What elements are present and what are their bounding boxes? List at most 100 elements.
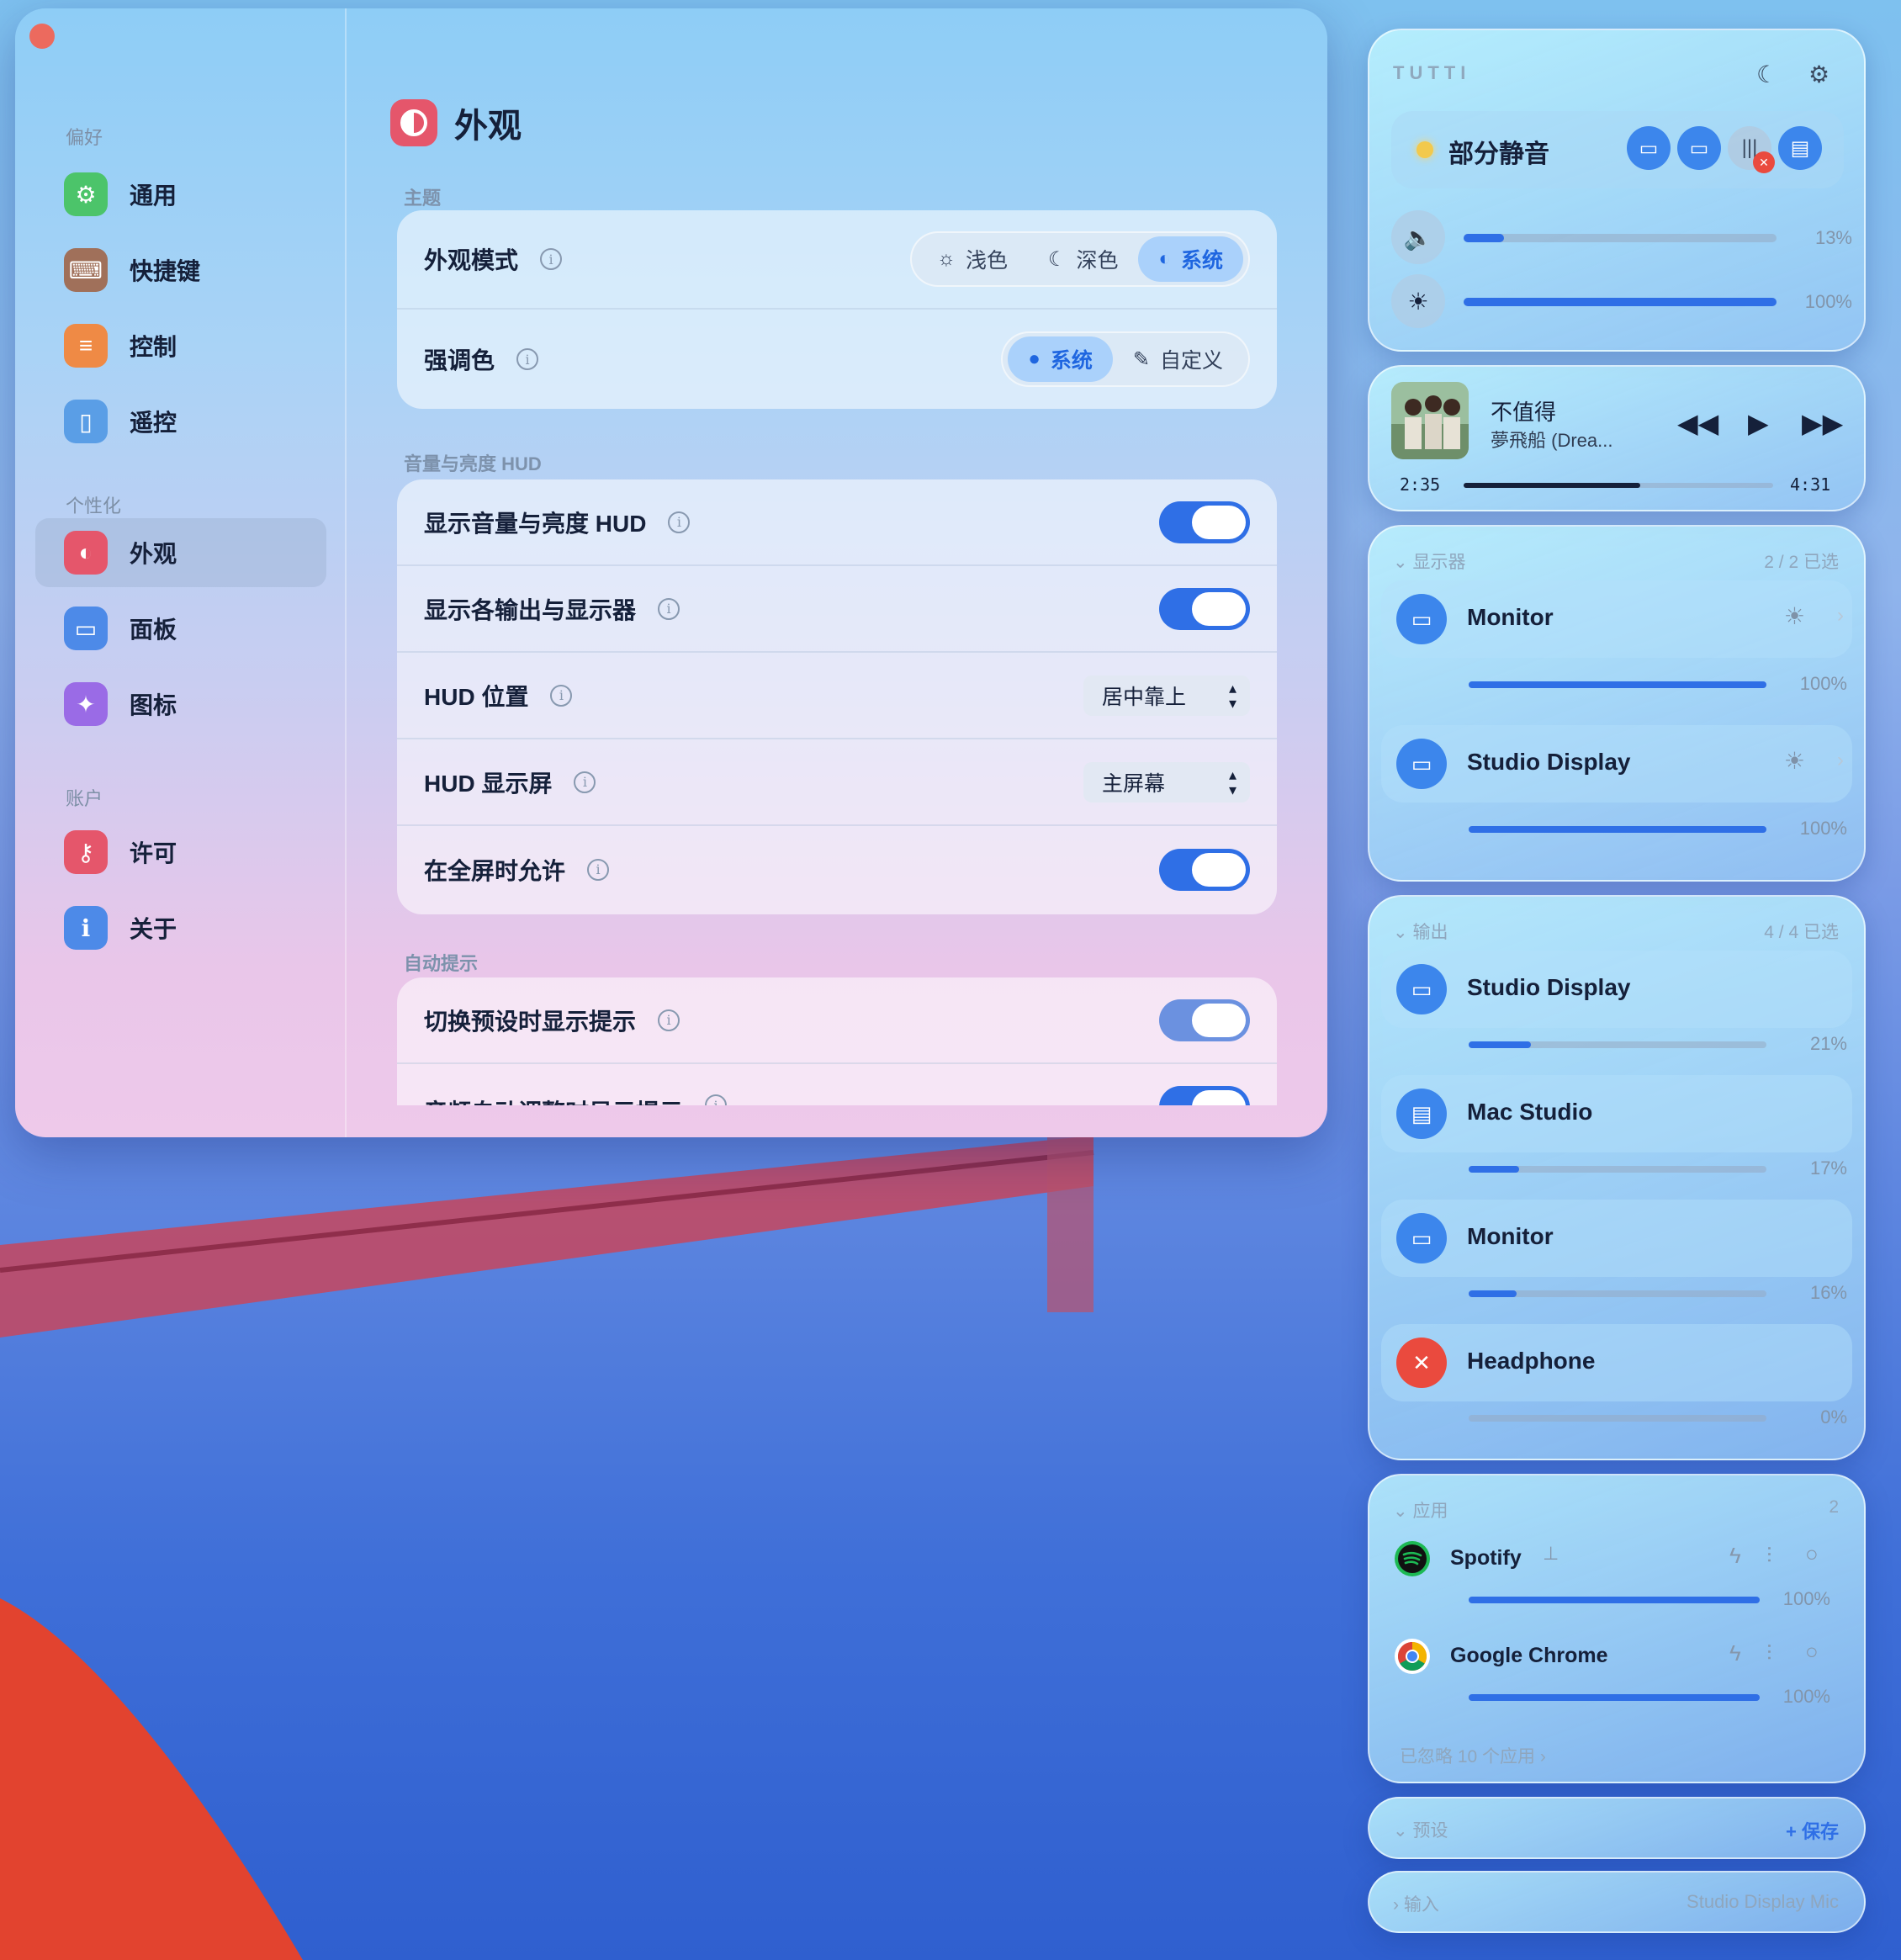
sidebar-item-license[interactable]: ⚷ 许可 <box>35 818 326 887</box>
lightning-icon[interactable]: ϟ <box>1729 1543 1741 1569</box>
info-icon[interactable]: i <box>550 684 573 707</box>
equalizer-icon[interactable]: ⫶ <box>1766 1543 1772 1570</box>
track-title: 不值得 <box>1491 400 1557 425</box>
sidebar-item-panel[interactable]: ▭ 面板 <box>35 594 326 663</box>
mode-dark-option[interactable]: ☾ 深色 <box>1028 236 1139 282</box>
gear-icon[interactable]: ⚙ <box>1808 61 1830 88</box>
hud-position-select[interactable]: 居中靠上 ▴ ▾ <box>1083 675 1250 716</box>
output-volume-slider[interactable] <box>1469 1290 1766 1297</box>
updown-chevron-icon: ▴ ▾ <box>1228 679 1236 712</box>
monitor-chip[interactable]: ▭ <box>1677 126 1721 170</box>
route-circle-icon[interactable]: ○ <box>1805 1639 1819 1665</box>
save-preset-button[interactable]: + 保存 <box>1786 1817 1839 1844</box>
app-pct: 100% <box>1782 1588 1830 1609</box>
sidebar-item-remote[interactable]: ▯ 遥控 <box>35 387 326 456</box>
output-row[interactable]: ✕ Headphone <box>1381 1324 1852 1401</box>
info-icon[interactable]: i <box>658 1009 680 1031</box>
moon-icon[interactable]: ☾ <box>1756 61 1777 88</box>
mode-system-option[interactable]: ◐ 系统 <box>1138 236 1243 282</box>
accent-custom-option[interactable]: ✎ 自定义 <box>1113 336 1243 382</box>
info-icon[interactable]: i <box>574 771 596 793</box>
speaker-icon[interactable]: 🔈 <box>1391 210 1445 264</box>
output-row[interactable]: ▤ Mac Studio <box>1381 1075 1852 1152</box>
sidebar-item-about[interactable]: ℹ 关于 <box>35 893 326 962</box>
output-pct: 16% <box>1809 1282 1847 1303</box>
volume-slider[interactable] <box>1464 234 1777 242</box>
sidebar-item-shortcuts[interactable]: ⌨ 快捷键 <box>35 236 326 305</box>
auto-adjust-hint-toggle[interactable] <box>1159 1086 1250 1105</box>
hud-screen-row: HUD 显示屏 i 主屏幕 ▴ ▾ <box>397 739 1277 826</box>
ignored-apps-link[interactable]: 已忽略 10 个应用 › <box>1400 1743 1546 1768</box>
equalizer-icon[interactable]: ⫶ <box>1766 1640 1772 1667</box>
lightning-icon[interactable]: ϟ <box>1729 1640 1741 1666</box>
sidebar: 偏好 ⚙ 通用 ⌨ 快捷键 ≡ 控制 ▯ 遥控 个性化 ◐ 外观 ▭ 面板 ✦ … <box>15 8 347 1137</box>
mac-studio-chip[interactable]: ▤ <box>1778 126 1822 170</box>
sidebar-item-label: 许可 <box>130 840 177 866</box>
info-icon[interactable]: i <box>587 858 610 881</box>
brightness-icon[interactable]: ☀ <box>1784 602 1805 630</box>
display-row[interactable]: ▭ Monitor ☀ › <box>1381 580 1852 658</box>
display-brightness-slider[interactable] <box>1469 681 1766 688</box>
preset-hint-toggle[interactable] <box>1159 999 1250 1041</box>
info-icon[interactable]: i <box>516 348 539 370</box>
brightness-slider[interactable] <box>1464 298 1777 306</box>
slider-fill <box>1469 1290 1517 1297</box>
display-brightness-slider[interactable] <box>1469 826 1766 833</box>
hud-section-label: 音量与亮度 HUD <box>404 453 542 474</box>
displays-header[interactable]: ⌄ 显示器 <box>1393 548 1465 574</box>
show-outputs-label: 显示各输出与显示器 <box>424 596 637 623</box>
accent-color-segmented: ● 系统 ✎ 自定义 <box>1001 331 1250 387</box>
output-volume-slider[interactable] <box>1469 1166 1766 1173</box>
theme-section-label: 主题 <box>404 188 442 209</box>
headphone-chip[interactable]: ||| ✕ <box>1728 126 1775 173</box>
fullscreen-toggle[interactable] <box>1159 848 1250 891</box>
display-name: Monitor <box>1467 604 1554 630</box>
sidebar-item-icons[interactable]: ✦ 图标 <box>35 670 326 739</box>
monitor-chip[interactable]: ▭ <box>1627 126 1671 170</box>
mode-light-option[interactable]: ☼ 浅色 <box>917 236 1028 282</box>
input-header[interactable]: › 输入 <box>1393 1891 1439 1916</box>
output-volume-slider[interactable] <box>1469 1041 1766 1048</box>
accent-system-option[interactable]: ● 系统 <box>1008 336 1113 382</box>
fast-forward-icon[interactable]: ▶▶ <box>1802 407 1843 439</box>
track-progress[interactable] <box>1464 483 1773 488</box>
app-volume-slider[interactable] <box>1469 1694 1760 1701</box>
mute-status-bar[interactable]: 部分静音 ▭ ▭ ||| ✕ ▤ <box>1391 111 1844 188</box>
output-volume-slider[interactable] <box>1469 1415 1766 1422</box>
info-icon[interactable]: i <box>658 597 680 620</box>
display-pct: 100% <box>1799 818 1847 839</box>
theme-group: 外观模式 i ☼ 浅色 ☾ 深色 ◐ 系统 强调色 i ● 系统 ✎ 自定义 <box>397 210 1277 409</box>
brightness-pct: 100% <box>1804 291 1852 312</box>
chevron-right-icon[interactable]: › <box>1837 749 1844 772</box>
show-hud-toggle[interactable] <box>1159 501 1250 543</box>
play-icon[interactable]: ▶ <box>1748 407 1769 439</box>
album-art[interactable] <box>1391 382 1469 459</box>
hud-screen-select[interactable]: 主屏幕 ▴ ▾ <box>1083 761 1250 803</box>
pin-icon[interactable]: ⊥ <box>1543 1543 1559 1565</box>
chevron-right-icon[interactable]: › <box>1837 604 1844 628</box>
sidebar-item-controls[interactable]: ≡ 控制 <box>35 311 326 380</box>
display-row[interactable]: ▭ Studio Display ☀ › <box>1381 725 1852 803</box>
save-label: 保存 <box>1801 1821 1839 1842</box>
info-icon[interactable]: i <box>540 248 563 270</box>
info-icon[interactable]: i <box>705 1094 728 1105</box>
hud-group: 显示音量与亮度 HUD i 显示各输出与显示器 i HUD 位置 i 居中靠上 … <box>397 479 1277 914</box>
route-circle-icon[interactable]: ○ <box>1805 1541 1819 1567</box>
rewind-icon[interactable]: ◀◀ <box>1677 407 1718 439</box>
output-row[interactable]: ▭ Studio Display <box>1381 951 1852 1028</box>
brightness-icon[interactable]: ☀ <box>1391 274 1445 328</box>
mute-badge-icon: ✕ <box>1753 151 1775 173</box>
outputs-header[interactable]: ⌄ 输出 <box>1393 919 1448 944</box>
sidebar-item-appearance[interactable]: ◐ 外观 <box>35 518 326 587</box>
brightness-icon[interactable]: ☀ <box>1784 747 1805 775</box>
info-icon[interactable]: i <box>668 511 691 533</box>
apps-header[interactable]: ⌄ 应用 <box>1393 1497 1448 1523</box>
presets-header[interactable]: ⌄ 预设 <box>1393 1817 1448 1842</box>
app-volume-slider[interactable] <box>1469 1597 1760 1603</box>
output-row[interactable]: ▭ Monitor <box>1381 1200 1852 1277</box>
show-outputs-toggle[interactable] <box>1159 587 1250 630</box>
accent-color-row: 强调色 i ● 系统 ✎ 自定义 <box>397 310 1277 409</box>
moon-icon: ☾ <box>1047 247 1067 271</box>
plus-icon: + <box>1786 1821 1797 1842</box>
sidebar-item-general[interactable]: ⚙ 通用 <box>35 160 326 229</box>
